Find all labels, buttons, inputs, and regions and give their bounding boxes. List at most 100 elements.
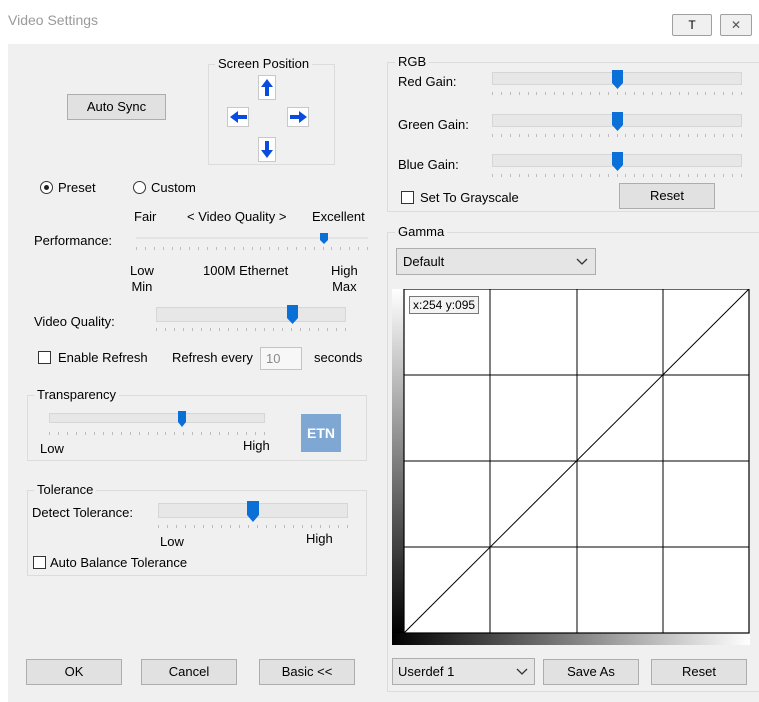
slider-tick <box>287 247 288 250</box>
transparency-legend: Transparency <box>34 387 119 402</box>
detect-tolerance-slider[interactable] <box>158 501 348 533</box>
gamma-preset-value: Default <box>403 254 445 269</box>
slider-tick <box>212 525 213 528</box>
enable-refresh-checkbox[interactable] <box>38 351 51 364</box>
slider-tick <box>201 328 202 331</box>
etn-logo: ETN <box>301 414 341 452</box>
slider-tick <box>255 328 256 331</box>
slider-tick <box>705 134 706 137</box>
gamma-curve-editor[interactable] <box>392 289 750 645</box>
basic-button[interactable]: Basic << <box>259 659 355 685</box>
slider-tick <box>625 92 626 95</box>
slider-tick <box>347 525 348 528</box>
slider-tick <box>314 247 315 250</box>
slider-tick <box>246 328 247 331</box>
red-gain-slider[interactable] <box>492 70 742 98</box>
slider-tick <box>634 134 635 137</box>
performance-slider[interactable] <box>136 233 368 257</box>
blue-gain-slider-thumb[interactable] <box>612 152 623 171</box>
rgb-reset-button[interactable]: Reset <box>619 183 715 209</box>
slider-tick <box>273 328 274 331</box>
slider-tick <box>94 432 95 435</box>
cancel-button[interactable]: Cancel <box>141 659 237 685</box>
slider-tick <box>176 525 177 528</box>
close-button[interactable]: ✕ <box>720 14 752 36</box>
performance-ticks <box>136 247 368 253</box>
slider-tick <box>661 134 662 137</box>
slider-tick <box>581 134 582 137</box>
set-to-grayscale-checkbox[interactable] <box>401 191 414 204</box>
slider-tick <box>536 174 537 177</box>
green-gain-slider-thumb[interactable] <box>612 112 623 131</box>
move-left-button[interactable] <box>227 107 249 127</box>
slider-tick <box>320 525 321 528</box>
user-preset-select[interactable]: Userdef 1 <box>392 658 535 685</box>
slider-tick <box>228 328 229 331</box>
slider-tick <box>510 134 511 137</box>
slider-tick <box>519 174 520 177</box>
slider-tick <box>741 174 742 177</box>
slider-tick <box>148 432 149 435</box>
transparency-slider[interactable] <box>49 410 265 436</box>
slider-tick <box>219 328 220 331</box>
chevron-down-icon <box>516 668 528 675</box>
slider-tick <box>519 134 520 137</box>
slider-tick <box>599 174 600 177</box>
slider-tick <box>501 174 502 177</box>
pin-button[interactable]: T <box>672 14 712 36</box>
slider-tick <box>625 174 626 177</box>
slider-tick <box>528 134 529 137</box>
gamma-reset-button[interactable]: Reset <box>651 659 747 685</box>
red-gain-slider-thumb[interactable] <box>612 70 623 89</box>
green-gain-slider[interactable] <box>492 112 742 140</box>
detect-tolerance-slider-thumb[interactable] <box>247 501 259 522</box>
move-up-button[interactable] <box>258 75 276 100</box>
slider-tick <box>323 247 324 250</box>
slider-tick <box>165 328 166 331</box>
slider-tick <box>572 174 573 177</box>
ok-button[interactable]: OK <box>26 659 122 685</box>
move-down-button[interactable] <box>258 137 276 162</box>
refresh-interval-input[interactable]: 10 <box>260 347 302 370</box>
slider-tick <box>185 525 186 528</box>
move-right-button[interactable] <box>287 107 309 127</box>
slider-tick <box>103 432 104 435</box>
arrow-up-icon <box>261 79 273 96</box>
slider-tick <box>581 174 582 177</box>
slider-tick <box>156 328 157 331</box>
slider-tick <box>563 134 564 137</box>
slider-tick <box>536 134 537 137</box>
auto-sync-button[interactable]: Auto Sync <box>67 94 166 120</box>
slider-tick <box>634 174 635 177</box>
slider-tick <box>741 92 742 95</box>
slider-tick <box>266 525 267 528</box>
slider-tick <box>670 174 671 177</box>
slider-tick <box>165 432 166 435</box>
slider-tick <box>336 328 337 331</box>
gamma-preset-select[interactable]: Default <box>396 248 596 275</box>
video-quality-label: Video Quality: <box>34 314 115 329</box>
transparency-ticks <box>49 432 265 438</box>
performance-label: Performance: <box>34 233 113 248</box>
slider-tick <box>608 174 609 177</box>
slider-tick <box>172 247 173 250</box>
custom-radio[interactable] <box>133 181 146 194</box>
video-quality-slider[interactable] <box>156 305 346 335</box>
slider-tick <box>264 432 265 435</box>
slider-tick <box>714 134 715 137</box>
transparency-slider-thumb[interactable] <box>178 411 186 427</box>
video-quality-slider-thumb[interactable] <box>287 305 298 324</box>
slider-tick <box>121 432 122 435</box>
slider-tick <box>194 525 195 528</box>
auto-balance-tolerance-checkbox[interactable] <box>33 556 46 569</box>
tolerance-low-label: Low <box>160 534 184 549</box>
save-as-button[interactable]: Save As <box>543 659 639 685</box>
tolerance-high-label: High <box>306 531 333 546</box>
slider-tick <box>554 134 555 137</box>
slider-tick <box>291 328 292 331</box>
blue-gain-slider[interactable] <box>492 152 742 180</box>
slider-tick <box>248 525 249 528</box>
preset-radio[interactable] <box>40 181 53 194</box>
performance-slider-thumb[interactable] <box>320 233 328 244</box>
slider-tick <box>358 247 359 250</box>
